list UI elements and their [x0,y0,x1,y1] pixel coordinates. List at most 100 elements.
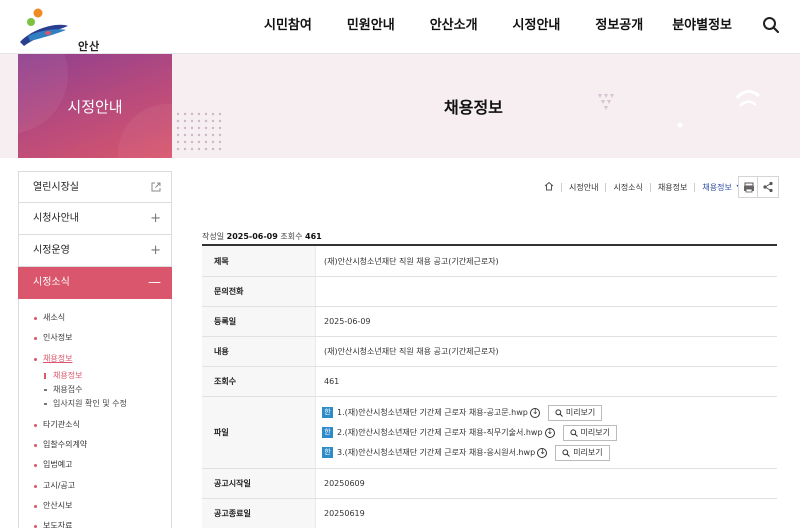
row-value [316,277,777,306]
plus-icon: + [150,211,161,226]
table-row: 파일 한 1.(재)안산시청소년재단 기간제 근로자 채용-공고문.hwp 미리… [202,397,777,469]
sub3-item-application-check[interactable]: 입사지원 확인 및 수정 [33,397,171,411]
table-row: 내용 (재)안산시청소년재단 직원 채용 공고(기간제근로자) [202,337,777,367]
page-banner: 채용정보 [172,54,800,158]
side-menu: 열린시장실 시청사안내 + 시정운영 + 시정소식 — 새소식 인사정보 채용정… [18,171,172,528]
row-value: 2025-06-09 [324,317,371,326]
nav-field-info[interactable]: 분야별정보 [672,0,732,54]
file-download-link[interactable]: 1.(재)안산시청소년재단 기간제 근로자 채용-공고문.hwp [337,407,528,418]
post-date: 2025-06-09 [226,232,278,241]
lnb-item-label: 시청사안내 [33,213,79,224]
breadcrumb-item[interactable]: 시정안내 [569,182,598,193]
preview-label: 미리보기 [580,428,610,437]
preview-button[interactable]: 미리보기 [555,444,610,461]
download-icon[interactable] [544,427,555,438]
sub-item-recruitment[interactable]: 채용정보 [33,349,171,369]
sub-item-bidding[interactable]: 입찰수의계약 [33,435,171,455]
breadcrumb-item[interactable]: 채용정보 [658,182,687,193]
row-value: 20250609 [324,479,365,488]
sub-item-other-agency[interactable]: 타기관소식 [33,415,171,435]
hwp-file-icon: 한 [322,427,333,438]
breadcrumb-separator [649,182,651,192]
row-label: 파일 [202,397,316,468]
breadcrumb: 시정안내 시정소식 채용정보 채용정보 [544,179,744,195]
nav-city-info[interactable]: 시정안내 [513,0,561,54]
ansan-logo[interactable]: 안산시 [18,8,108,69]
magnifier-icon [562,448,571,457]
row-value: (재)안산시청소년재단 직원 채용 공고(기간제근로자) [324,347,499,356]
file-item: 한 3.(재)안산시청소년재단 기간제 근로자 채용-응시원서.hwp 미리보기 [322,443,610,463]
breadcrumb-separator [605,182,607,192]
preview-button[interactable]: 미리보기 [562,424,617,441]
sub3-item-recruitment-info[interactable]: 채용정보 [33,369,171,383]
magnifier-icon [555,408,563,417]
preview-label: 미리보기 [565,408,596,417]
home-icon[interactable] [544,181,554,193]
sub-item-notice[interactable]: 고시/공고 [33,476,171,496]
lnb-item-label: 시정소식 [33,277,70,288]
nav-citizen-participation[interactable]: 시민참여 [264,0,312,54]
post-views: 461 [305,232,322,241]
lnb-submenu: 새소식 인사정보 채용정보 채용정보 채용접수 입사지원 확인 및 수정 타기관… [18,299,172,528]
external-link-icon [151,172,161,204]
plus-icon: + [150,243,161,258]
hwp-file-icon: 한 [322,407,333,418]
sub-item-press[interactable]: 보도자료 [33,516,171,528]
file-download-link[interactable]: 2.(재)안산시청소년재단 기간제 근로자 채용-직무기술서.hwp [337,427,543,438]
lnb-item-label: 열린시장실 [33,182,79,193]
file-item: 한 1.(재)안산시청소년재단 기간제 근로자 채용-공고문.hwp 미리보기 [322,403,603,423]
row-label: 조회수 [202,367,316,396]
post-meta: 작성일 2025-06-09 조회수 461 [202,231,322,242]
row-label: 문의전화 [202,277,316,306]
download-icon[interactable] [529,407,540,418]
lnb-item-open-mayor[interactable]: 열린시장실 [18,171,172,203]
print-icon [744,182,754,193]
section-banner: 시정안내 [18,54,172,158]
sub-item-personnel[interactable]: 인사정보 [33,328,171,348]
row-label: 공고종료일 [202,499,316,528]
lnb-item-city-hall[interactable]: 시청사안내 + [18,203,172,235]
views-label: 조회수 [280,232,303,241]
hwp-file-icon: 한 [322,447,333,458]
nav-civil-service[interactable]: 민원안내 [347,0,395,54]
row-label: 공고시작일 [202,469,316,498]
file-list: 한 1.(재)안산시청소년재단 기간제 근로자 채용-공고문.hwp 미리보기 … [316,397,777,468]
file-download-link[interactable]: 3.(재)안산시청소년재단 기간제 근로자 채용-응시원서.hwp [337,447,535,458]
row-value: 461 [324,377,340,386]
breadcrumb-separator [561,182,562,192]
nav-about-ansan[interactable]: 안산소개 [430,0,478,54]
page-title: 채용정보 [444,98,503,117]
row-label: 제목 [202,246,316,276]
lnb-item-city-news[interactable]: 시정소식 — [18,267,172,299]
section-title: 시정안내 [67,98,123,116]
download-icon[interactable] [537,447,548,458]
magnifier-icon [569,428,578,437]
share-icon [763,181,773,193]
post-detail-table: 제목 (재)안산시청소년재단 직원 채용 공고(기간제근로자) 문의전화 등록일… [202,244,777,528]
sub3-item-application[interactable]: 채용접수 [33,383,171,397]
share-button[interactable] [757,176,779,198]
preview-button[interactable]: 미리보기 [547,404,603,421]
table-row: 공고종료일 20250619 [202,499,777,528]
table-row: 제목 (재)안산시청소년재단 직원 채용 공고(기간제근로자) [202,246,777,277]
row-label: 내용 [202,337,316,366]
row-value: 20250619 [324,509,365,518]
sub-item-city-bulletin[interactable]: 안산시보 [33,496,171,516]
row-label: 등록일 [202,307,316,336]
breadcrumb-current[interactable]: 채용정보 [702,182,731,193]
lnb-item-city-operation[interactable]: 시정운영 + [18,235,172,267]
lnb-item-label: 시정운영 [33,245,70,256]
breadcrumb-separator [694,182,696,192]
table-row: 문의전화 [202,277,777,307]
breadcrumb-item[interactable]: 시정소식 [613,182,642,193]
row-value: (재)안산시청소년재단 직원 채용 공고(기간제근로자) [324,256,499,266]
banner-edge [0,54,18,158]
minus-icon: — [148,275,161,290]
sub-item-news[interactable]: 새소식 [33,308,171,328]
file-item: 한 2.(재)안산시청소년재단 기간제 근로자 채용-직무기술서.hwp 미리보… [322,423,617,443]
search-icon[interactable] [762,16,784,38]
date-label: 작성일 [202,232,225,241]
nav-public-info[interactable]: 정보공개 [595,0,643,54]
sub-item-legislation[interactable]: 입법예고 [33,455,171,475]
main-nav: 시민참여 민원안내 안산소개 시정안내 정보공개 분야별정보 [250,0,732,54]
